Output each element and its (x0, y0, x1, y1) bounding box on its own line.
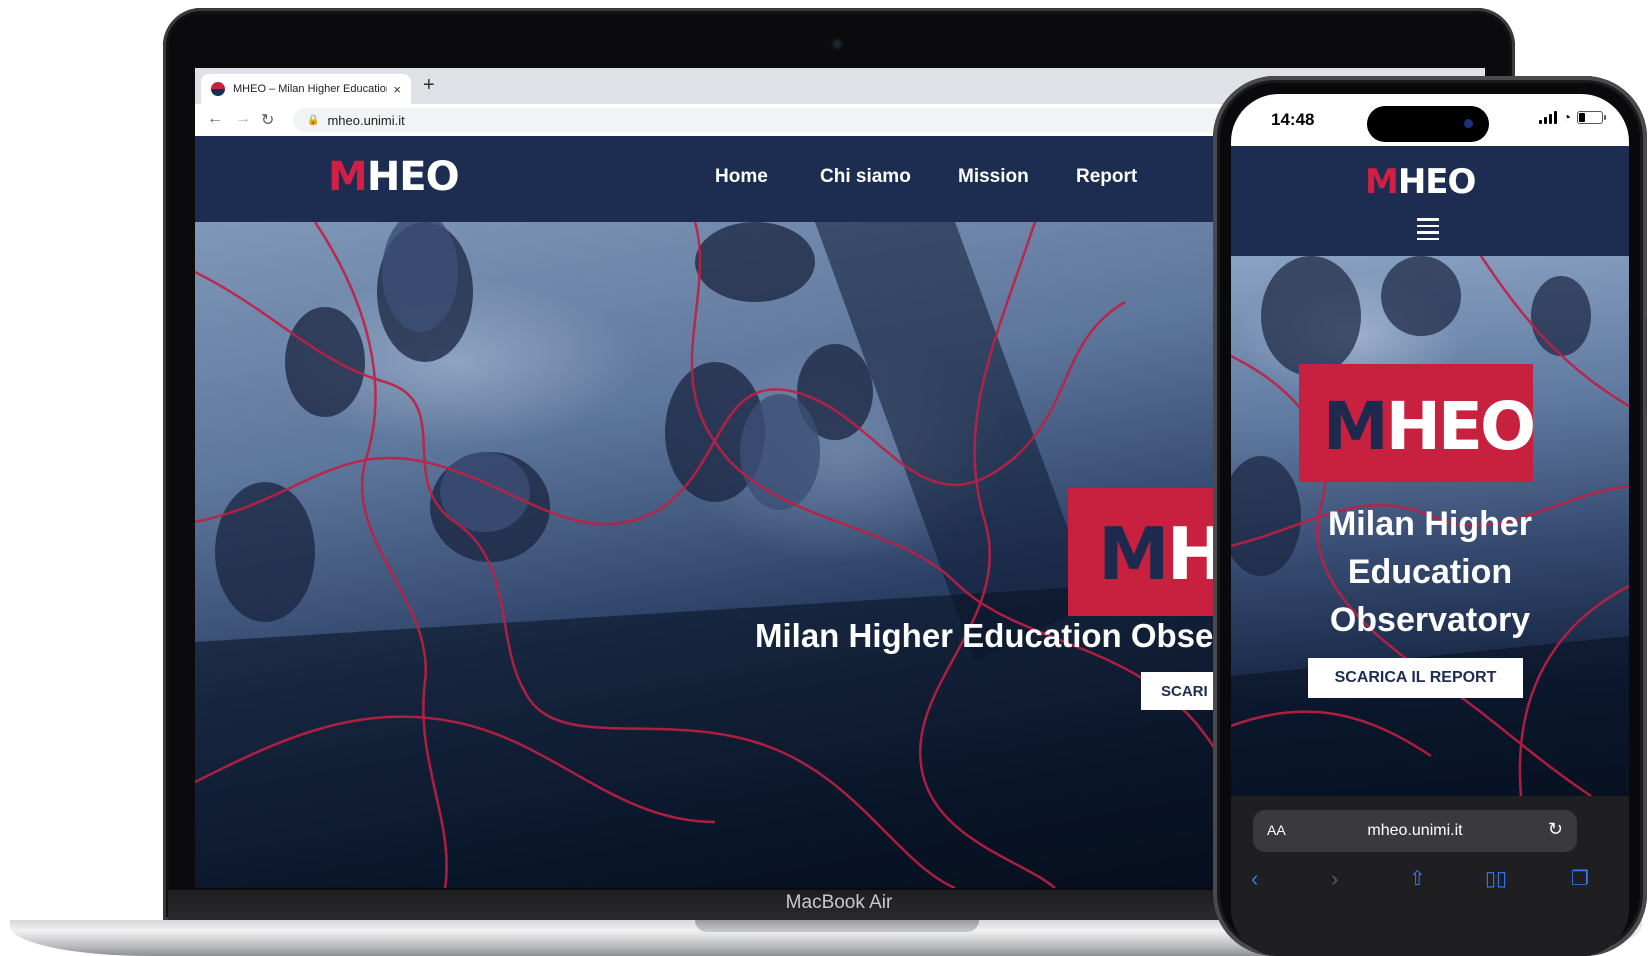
hero-title-line-3: Observatory (1329, 601, 1531, 639)
nav-report[interactable]: Report (1076, 166, 1137, 188)
text-size-icon[interactable]: AA (1267, 822, 1286, 838)
share-icon[interactable]: ⇧ (1409, 866, 1426, 891)
safari-toolbar: AA mheo.unimi.it ↻ ‹ › ⇧ ▯▯ ❐ (1231, 796, 1629, 956)
nav-home[interactable]: Home (715, 166, 768, 188)
favicon-icon (211, 82, 225, 96)
lock-icon: 🔒 (307, 114, 320, 126)
mobile-logo-m: M (1365, 162, 1399, 202)
phone-device: 14:48 ◔ MHEO MHEO Milan Higher Education… (1213, 76, 1647, 956)
wifi-icon: ◔ (1562, 109, 1571, 125)
hero-title-line-1: Milan Higher (1327, 505, 1533, 543)
new-tab-icon[interactable]: + (423, 74, 435, 97)
hamburger-menu-icon[interactable] (1417, 218, 1439, 244)
mobile-logo-rest: HEO (1397, 162, 1477, 202)
mobile-site-logo[interactable]: MHEO (1365, 162, 1477, 202)
close-tab-icon[interactable]: × (393, 82, 401, 97)
safari-forward-icon[interactable]: › (1331, 866, 1338, 892)
mobile-badge-rest: HEO (1385, 388, 1536, 465)
battery-icon (1577, 110, 1606, 124)
mobile-hero-section: MHEO Milan Higher Education Observatory … (1231, 256, 1629, 796)
phone-screen: 14:48 ◔ MHEO MHEO Milan Higher Education… (1231, 94, 1629, 956)
status-time: 14:48 (1271, 110, 1315, 129)
safari-back-icon[interactable]: ‹ (1251, 866, 1258, 892)
mobile-hero-title: Milan Higher Education Observatory (1231, 500, 1629, 644)
badge-m: M (1098, 512, 1170, 596)
mobile-header: MHEO (1231, 146, 1629, 256)
logo-rest: HEO (366, 154, 460, 200)
tabs-icon[interactable]: ❐ (1571, 866, 1589, 891)
logo-m: M (328, 154, 368, 200)
mobile-download-report-button[interactable]: SCARICA IL REPORT (1308, 658, 1523, 698)
safari-reload-icon[interactable]: ↻ (1548, 819, 1563, 840)
browser-tab[interactable]: MHEO – Milan Higher Education × (201, 74, 411, 104)
laptop-opening-groove (695, 920, 979, 932)
hero-title: Milan Higher Education Obse (755, 617, 1214, 654)
tab-title: MHEO – Milan Higher Education (233, 83, 388, 95)
url-text: mheo.unimi.it (327, 112, 405, 128)
status-bar: 14:48 ◔ (1231, 94, 1629, 146)
safari-url-text: mheo.unimi.it (1367, 822, 1463, 839)
mobile-hero-logo-badge: MHEO (1299, 364, 1536, 482)
status-icons: ◔ (1538, 109, 1606, 125)
camera-icon (833, 40, 841, 48)
mobile-badge-m: M (1323, 388, 1389, 465)
safari-bottom-tools: ‹ › ⇧ ▯▯ ❐ (1231, 862, 1629, 902)
phone-side-button (1646, 316, 1647, 416)
reload-icon[interactable]: ↻ (261, 110, 274, 130)
safari-url-field[interactable]: AA mheo.unimi.it ↻ (1253, 810, 1577, 852)
dynamic-island (1367, 106, 1489, 142)
front-camera-icon (1464, 119, 1473, 128)
nav-mission[interactable]: Mission (958, 166, 1029, 188)
back-icon[interactable]: ← (207, 110, 223, 128)
bookmarks-icon[interactable]: ▯▯ (1485, 866, 1507, 891)
signal-icon (1538, 110, 1557, 124)
forward-icon[interactable]: → (235, 110, 251, 128)
site-logo[interactable]: MHEO (328, 154, 460, 200)
hero-title-line-2: Education (1347, 553, 1513, 591)
nav-chi-siamo[interactable]: Chi siamo (820, 166, 911, 188)
